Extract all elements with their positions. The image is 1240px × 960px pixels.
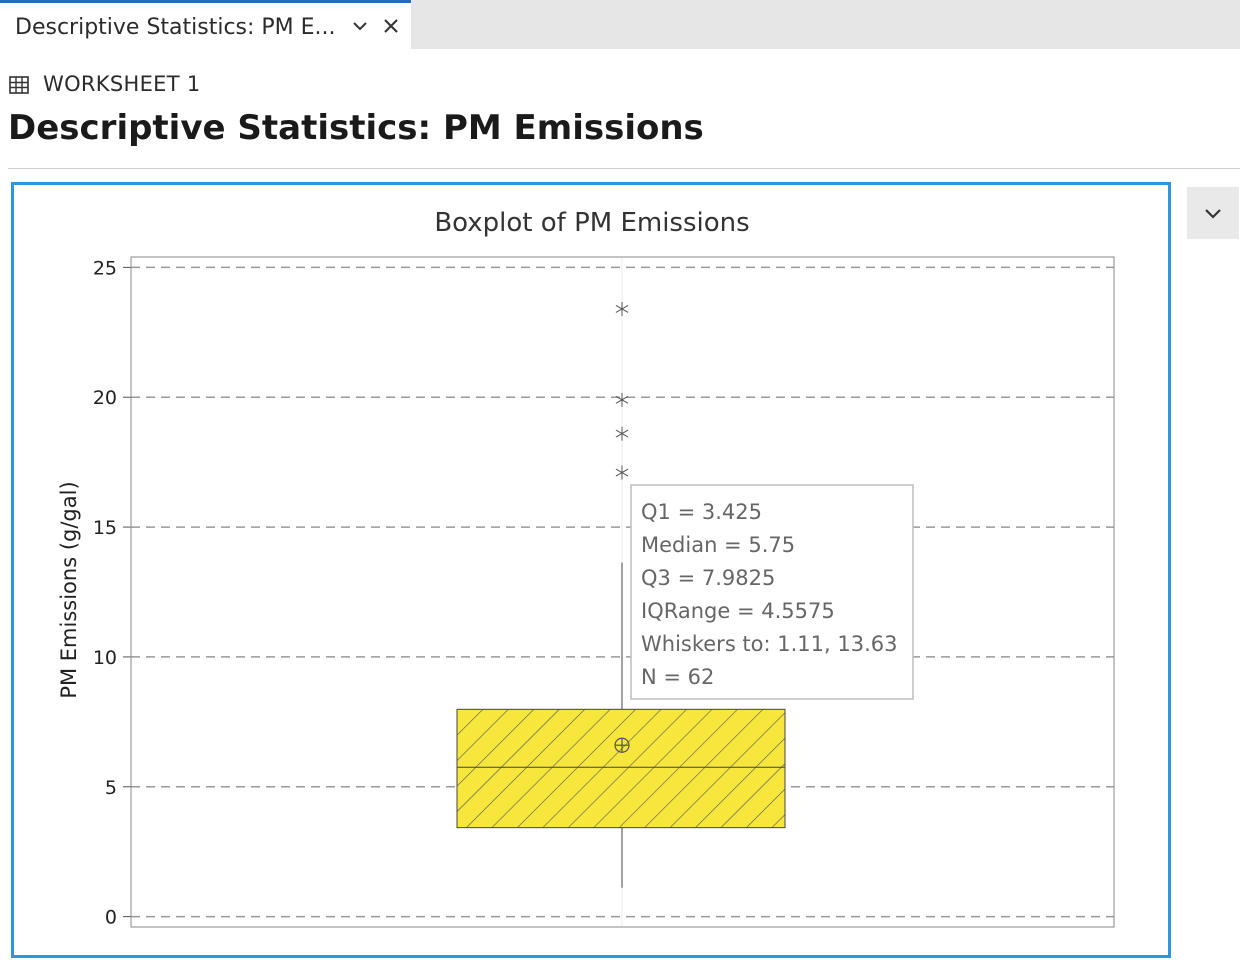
graph-panel[interactable]: Boxplot of PM Emissions PM Emissions (g/… <box>11 182 1171 958</box>
chevron-down-icon[interactable] <box>350 16 370 36</box>
y-tick-label: 15 <box>93 517 117 539</box>
y-tick-label: 25 <box>93 257 117 279</box>
outlier-point[interactable] <box>615 392 629 407</box>
tab-descriptive-statistics[interactable]: Descriptive Statistics: PM E... <box>0 0 411 49</box>
panel-menu-button[interactable] <box>1187 187 1239 239</box>
y-tick-label: 5 <box>105 777 117 799</box>
page-title: Descriptive Statistics: PM Emissions <box>8 108 704 148</box>
tab-label: Descriptive Statistics: PM E... <box>15 15 336 40</box>
tooltip-line: Q1 = 3.425 <box>641 500 762 524</box>
tooltip-line: Whiskers to: 1.11, 13.63 <box>641 632 898 656</box>
y-tick-label: 20 <box>93 387 117 409</box>
y-axis-label: PM Emissions (g/gal) <box>57 481 81 698</box>
iqr-box[interactable] <box>456 708 786 829</box>
tooltip-line: IQRange = 4.5575 <box>641 599 835 623</box>
boxplot-chart[interactable]: Boxplot of PM Emissions PM Emissions (g/… <box>14 185 1168 955</box>
outlier-point[interactable] <box>615 426 629 441</box>
tooltip-line: Q3 = 7.9825 <box>641 566 775 590</box>
outlier-point[interactable] <box>615 301 629 316</box>
tooltip-line: Median = 5.75 <box>641 533 795 557</box>
outlier-point[interactable] <box>615 465 629 480</box>
chevron-down-icon <box>1205 209 1221 219</box>
y-tick-label: 10 <box>93 647 117 669</box>
y-tick-label: 0 <box>105 907 117 929</box>
close-icon[interactable] <box>381 16 401 36</box>
worksheet-label: WORKSHEET 1 <box>43 72 201 96</box>
tooltip-line: N = 62 <box>641 665 714 689</box>
grid-icon <box>9 76 29 94</box>
title-divider <box>8 168 1240 169</box>
tab-bar: Descriptive Statistics: PM E... <box>0 0 1240 49</box>
chart-title: Boxplot of PM Emissions <box>434 208 749 238</box>
